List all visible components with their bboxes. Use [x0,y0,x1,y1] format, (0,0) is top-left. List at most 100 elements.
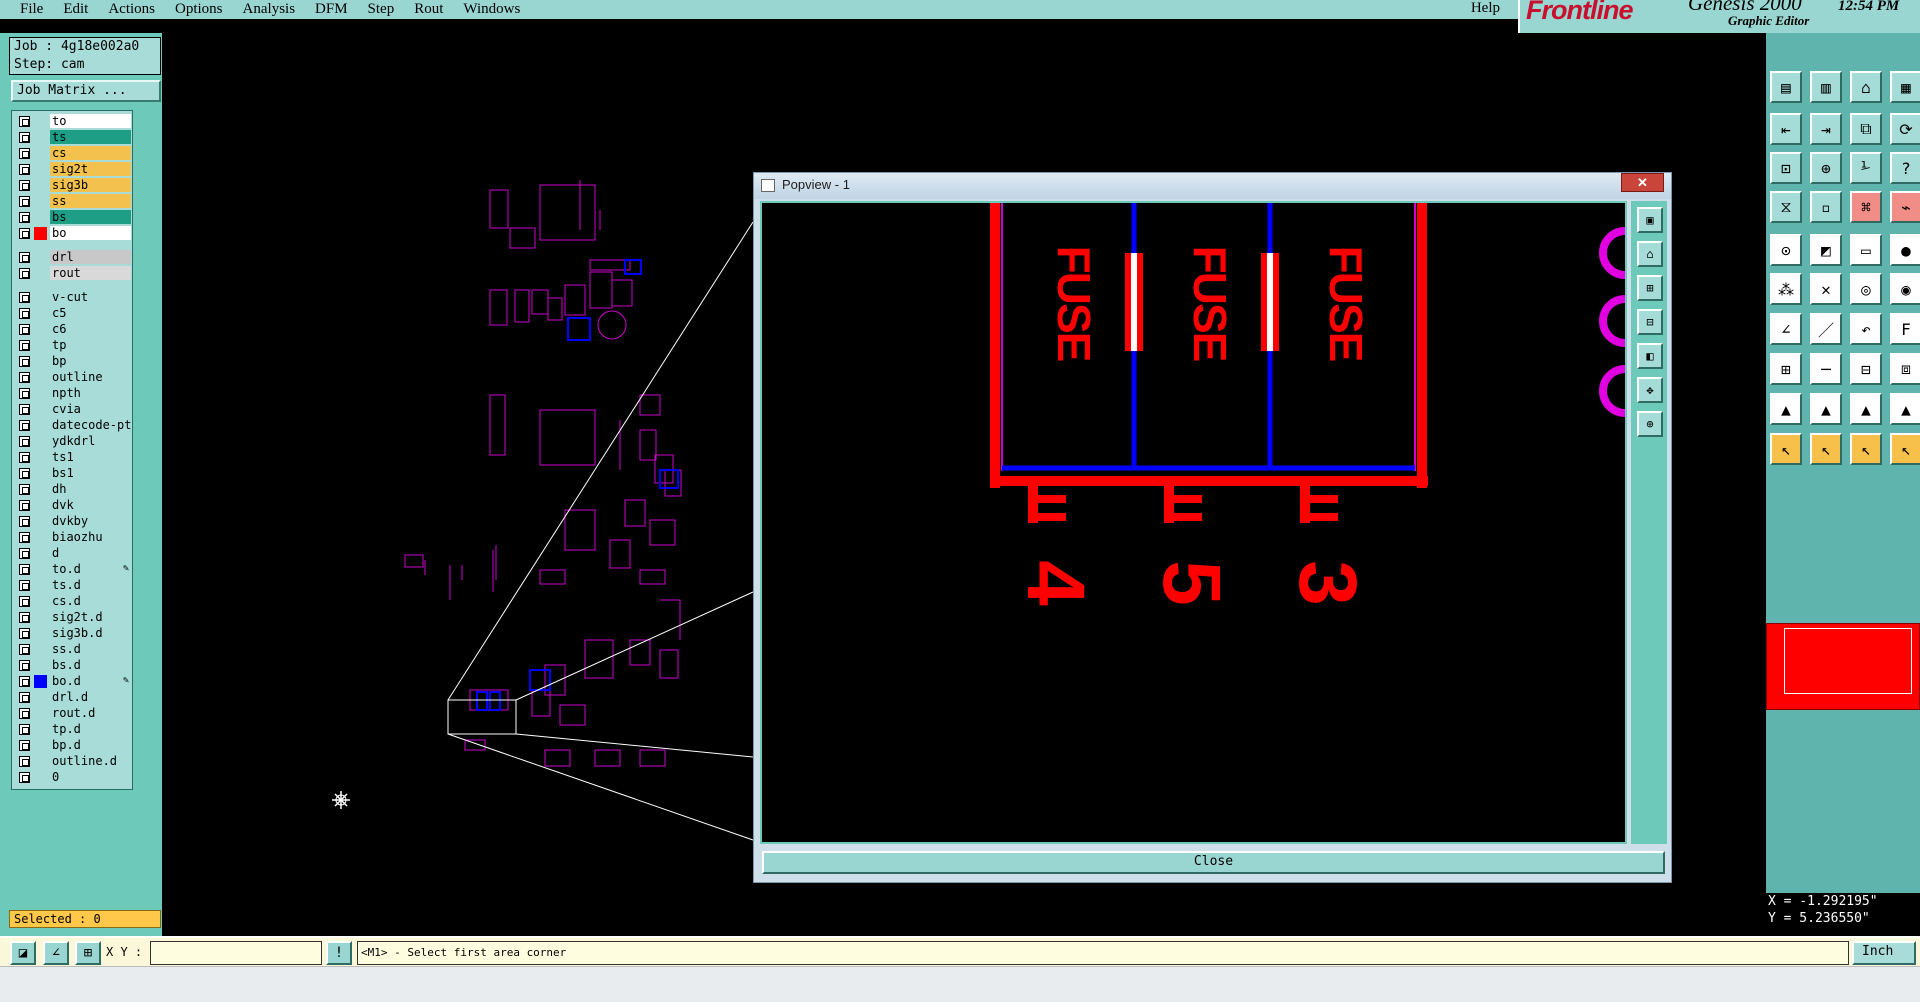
pcb-footprint [539,569,566,585]
fuse-label: FUSE [1048,246,1100,361]
pcb-footprint [489,189,509,229]
pcb-footprint [509,227,536,249]
tri4-icon[interactable]: ▲ [1890,393,1920,425]
tri3-icon[interactable]: ▲ [1850,393,1882,425]
pointer4-icon[interactable]: ↖ [1890,433,1920,465]
pcb-footprint [404,554,424,568]
pcb-footprint [639,394,661,416]
blank-icon[interactable]: ▫ [1810,191,1842,223]
import-icon[interactable]: ⇤ [1770,113,1802,145]
zoom-callout-line [447,221,754,701]
status-message: <M1> - Select first area corner [357,941,1849,965]
units-button[interactable]: Inch [1852,941,1916,965]
zoom-home-icon[interactable]: ⌂ [1637,241,1663,267]
shape-icon[interactable]: ⧈ [1890,353,1920,385]
home-icon[interactable]: ⌂ [1850,71,1882,103]
line-icon[interactable]: ∠ [1770,313,1802,345]
cursor-red-icon[interactable]: ◩ [1810,234,1842,266]
fit-icon[interactable]: ⊡ [1770,152,1802,184]
coordinate-readout: X = -1.292195" Y = 5.236550" [1766,893,1920,936]
pcb-footprint [539,184,596,241]
fuse-lead-bar [1300,495,1338,503]
pcb-footprint [531,289,549,315]
pcb-pad-overlay [529,669,551,691]
ruler-icon[interactable]: ▭ [1850,234,1882,266]
pcb-pad-overlay [476,691,488,711]
pcb-footprint [564,284,586,316]
overview-map[interactable] [1766,623,1920,710]
box-icon[interactable]: ⊟ [1850,353,1882,385]
pcb-footprint [639,429,657,461]
zoom-pan-icon[interactable]: ✥ [1637,377,1663,403]
download-icon[interactable]: ▥ [1810,71,1842,103]
connect-icon[interactable]: ⁂ [1770,273,1802,305]
layout-icon[interactable]: ▦ [1890,71,1920,103]
center-icon[interactable]: ⊕ [1810,152,1842,184]
coord-y: Y = 5.236550" [1768,911,1870,926]
fuse-lead-bar [1300,513,1338,521]
popview-canvas[interactable]: FUSE 4 FUSE 5 FUSE 3 [760,201,1627,844]
pcb-footprint [564,509,596,551]
tri2-icon[interactable]: ▲ [1810,393,1842,425]
net-icon[interactable]: ⌘ [1850,191,1882,223]
resize-icon[interactable]: ⊞ [1770,353,1802,385]
angle-icon[interactable]: ∠ [43,941,69,965]
pointer-icon[interactable]: ↖ [1770,433,1802,465]
pointer2-icon[interactable]: ↖ [1810,433,1842,465]
pcb-footprint [489,289,508,326]
popview-side-toolbar: ▣ ⌂ ⊞ ⊟ ◧ ✥ ⊕ [1631,201,1667,844]
export-icon[interactable]: ⇥ [1810,113,1842,145]
pcb-footprint [594,749,621,767]
zoom-prev-icon[interactable]: ◧ [1637,343,1663,369]
measure-icon[interactable]: ◪ [10,941,36,965]
xy-input[interactable] [150,941,322,965]
slash-icon[interactable]: ／ [1810,313,1842,345]
tri-icon[interactable]: ▲ [1770,393,1802,425]
zoom-center-icon[interactable]: ⊕ [1637,411,1663,437]
popview-close-icon[interactable]: ✕ [1621,173,1664,192]
cross-icon[interactable]: ✕ [1810,273,1842,305]
rotate-icon[interactable]: ⟳ [1890,113,1920,145]
text-icon[interactable]: F [1890,313,1920,345]
edge-pad-arc [1599,295,1626,347]
minus-icon[interactable]: ─ [1810,353,1842,385]
node-icon[interactable]: ◎ [1850,273,1882,305]
pcb-pad-overlay [659,469,679,489]
edge-pad-arc [1599,365,1626,417]
zoom-out-icon[interactable]: ⊟ [1637,309,1663,335]
zoom-in-icon[interactable]: ⊞ [1637,275,1663,301]
pcb-footprint [489,394,506,456]
pad-icon[interactable]: ● [1890,234,1920,266]
select-icon[interactable]: ⧖ [1770,191,1802,223]
pcb-footprint [559,704,586,726]
bottom-bar: ◪ ∠ ⊞ X Y : ! <M1> - Select first area c… [0,936,1920,966]
pcb-footprint [539,409,596,466]
help-icon[interactable]: ? [1890,152,1920,184]
fuse-separator-highlight [1267,253,1273,351]
fuse-separator-highlight [1131,253,1137,351]
xy-label: X Y : [106,945,143,959]
pcb-footprint [584,639,614,679]
snap-icon[interactable]: ⊙ [1770,234,1802,266]
copy-icon[interactable]: ⧉ [1850,113,1882,145]
route-icon[interactable]: ⌁ [1890,191,1920,223]
ratio-icon[interactable]: ⅟ [1850,152,1882,184]
pointer3-icon[interactable]: ↖ [1850,433,1882,465]
popview-window: Popview - 1 ✕ FUSE 4 FUSE 5 FUSE 3 ▣ ⌂ ⊞ ⊟ ◧ … [753,172,1672,883]
fuse-lead-bar [1028,513,1066,521]
upload-icon[interactable]: ▤ [1770,71,1802,103]
fuse-lead-bar [1028,495,1066,503]
pcb-footprint [609,539,631,569]
alert-icon[interactable]: ! [326,941,352,965]
zoom-fit-icon[interactable]: ▣ [1637,207,1663,233]
pcb-footprint [544,749,571,767]
popview-close-button[interactable]: Close [762,851,1665,874]
pcb-footprint [514,289,530,323]
grid-icon[interactable]: ⊞ [75,941,101,965]
arc-icon[interactable]: ↶ [1850,313,1882,345]
pcb-footprint [639,569,666,585]
pcb-footprint [659,649,679,679]
pcb-footprint [531,689,551,717]
crosshair-cursor-icon [332,791,350,809]
node2-icon[interactable]: ◉ [1890,273,1920,305]
